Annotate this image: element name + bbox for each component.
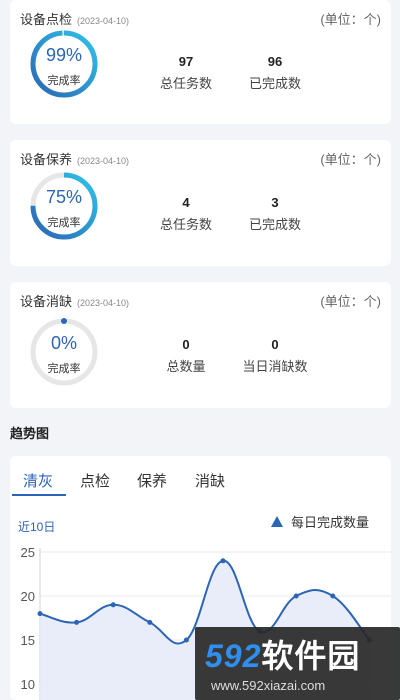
completion-label: 完成率 <box>47 75 81 87</box>
inspection-card: 设备点检 (2023-04-10) (单位：个) 99% 完成率 97 总任务数 … <box>10 0 391 124</box>
stat-label: 已完成数 <box>248 76 301 91</box>
data-point <box>110 602 116 608</box>
defect-card: 设备消缺 (2023-04-10) (单位：个) 0% 完成率 0 总数量 0 当… <box>10 282 391 408</box>
data-point <box>220 558 226 564</box>
data-point <box>74 619 80 625</box>
card-title-text: 设备保养 <box>20 152 73 167</box>
card-title-text: 设备消缺 <box>20 294 73 309</box>
stat-value: 96 <box>267 54 283 69</box>
completion-percent: 0% <box>50 333 77 353</box>
completion-ring: 75% 完成率 <box>28 170 100 242</box>
stat-value: 0 <box>271 337 279 352</box>
data-point <box>330 593 336 599</box>
maintenance-card: 设备保养 (2023-04-10) (单位：个) 75% 完成率 4 总任务数 3… <box>10 140 391 266</box>
data-point <box>147 619 153 625</box>
stat-label: 已完成数 <box>248 217 301 232</box>
watermark-url: www.592xiazai.com <box>211 678 326 693</box>
completion-percent: 75% <box>45 187 83 207</box>
card-date: (2023-04-10) <box>77 156 130 166</box>
completion-label: 完成率 <box>47 363 81 375</box>
completion-percent: 99% <box>45 45 83 65</box>
logo-number: 592 <box>205 638 262 674</box>
unit-label: (单位：个) <box>320 294 381 309</box>
data-point <box>183 637 189 643</box>
card-title-text: 设备点检 <box>20 12 73 27</box>
stat-label: 当日消缺数 <box>242 359 308 374</box>
trend-title: 趋势图 <box>10 426 50 441</box>
site-watermark: 592软件园 www.592xiazai.com <box>195 627 400 700</box>
data-point <box>37 611 43 617</box>
completed-tasks-stat: 3 已完成数 <box>220 195 330 233</box>
y-tick-label: 25 <box>21 545 35 560</box>
y-tick-label: 10 <box>21 677 35 692</box>
daily-resolved-stat: 0 当日消缺数 <box>220 337 330 375</box>
y-tick-label: 15 <box>21 633 35 648</box>
completed-tasks-stat: 96 已完成数 <box>220 54 330 92</box>
y-tick-label: 20 <box>21 589 35 604</box>
data-point <box>293 593 299 599</box>
completion-label: 完成率 <box>47 217 81 229</box>
completion-ring: 0% 完成率 <box>28 316 100 388</box>
unit-label: (单位：个) <box>320 152 381 167</box>
card-date: (2023-04-10) <box>77 298 130 308</box>
stat-value: 3 <box>271 195 279 210</box>
card-date: (2023-04-10) <box>77 16 130 26</box>
watermark-logo: 592软件园 <box>205 631 360 677</box>
card-title: 设备消缺 (2023-04-10) <box>20 291 129 310</box>
ring-start-dot <box>61 318 67 324</box>
card-title: 设备点检 (2023-04-10) <box>20 9 129 28</box>
card-title: 设备保养 (2023-04-10) <box>20 149 129 168</box>
logo-text: 软件园 <box>261 638 361 674</box>
completion-ring: 99% 完成率 <box>28 28 100 100</box>
unit-label: (单位：个) <box>320 12 381 27</box>
